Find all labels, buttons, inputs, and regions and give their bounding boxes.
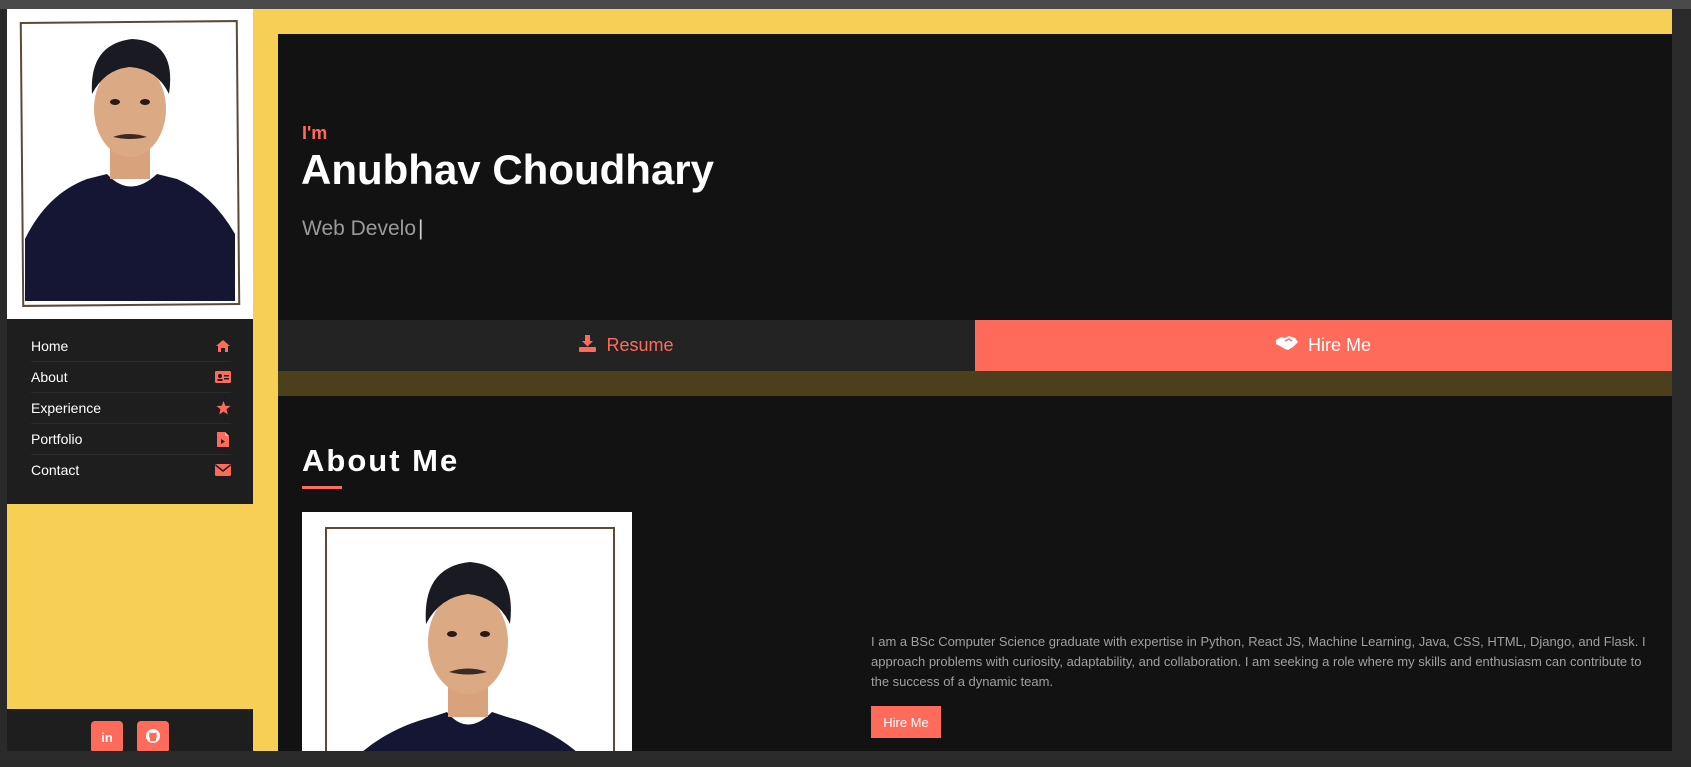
sidebar-profile-photo xyxy=(7,9,253,319)
page-frame: Home About Experience Portfolio Contact xyxy=(7,9,1672,751)
profile-photo-image xyxy=(19,20,241,307)
hire-me-button-label: Hire Me xyxy=(1307,335,1371,355)
about-photo xyxy=(302,512,632,751)
hero-section: I'm Anubhav Choudhary Web Develo| xyxy=(278,34,1672,320)
about-section: About Me I am a BSc Computer Science gra… xyxy=(278,396,1672,751)
nav-item-portfolio[interactable]: Portfolio xyxy=(31,424,231,455)
nav-item-label: Portfolio xyxy=(31,431,83,447)
hero-name: Anubhav Choudhary xyxy=(301,146,715,193)
nav-item-about[interactable]: About xyxy=(31,362,231,393)
github-button[interactable] xyxy=(137,721,169,751)
nav-item-home[interactable]: Home xyxy=(31,331,231,362)
about-description: I am a BSc Computer Science graduate wit… xyxy=(871,634,1646,689)
star-icon xyxy=(215,401,231,415)
nav-item-label: Contact xyxy=(31,462,80,478)
linkedin-icon: in xyxy=(101,729,113,745)
section-divider xyxy=(278,371,1672,396)
typing-caret: | xyxy=(418,217,424,240)
nav-item-experience[interactable]: Experience xyxy=(31,393,231,424)
file-icon xyxy=(215,431,231,447)
hero-role-text: Web Develo xyxy=(302,217,417,240)
download-icon xyxy=(579,334,597,357)
home-icon xyxy=(215,339,231,353)
window-top-strip xyxy=(0,0,1691,9)
envelope-icon xyxy=(215,463,231,477)
sidebar-nav: Home About Experience Portfolio Contact xyxy=(7,319,253,504)
id-card-icon xyxy=(215,370,231,384)
github-icon xyxy=(145,728,161,747)
about-title: About Me xyxy=(302,443,460,478)
hero-action-buttons: Resume Hire Me xyxy=(278,320,1672,371)
about-photo-image xyxy=(325,527,615,751)
nav-item-label: About xyxy=(31,369,68,385)
about-hire-me-button[interactable]: Hire Me xyxy=(871,706,941,738)
hero-greeting: I'm xyxy=(302,123,328,143)
linkedin-button[interactable]: in xyxy=(91,721,123,751)
handshake-icon xyxy=(1275,335,1298,356)
resume-button[interactable]: Resume xyxy=(278,320,975,371)
about-title-underline xyxy=(302,486,342,489)
hero-role: Web Develo| xyxy=(302,217,423,241)
sidebar-social-links: in xyxy=(7,709,253,751)
nav-item-label: Experience xyxy=(31,400,102,416)
nav-item-contact[interactable]: Contact xyxy=(31,455,231,485)
resume-button-label: Resume xyxy=(606,335,674,355)
hire-me-button[interactable]: Hire Me xyxy=(975,320,1672,371)
nav-item-label: Home xyxy=(31,338,69,354)
